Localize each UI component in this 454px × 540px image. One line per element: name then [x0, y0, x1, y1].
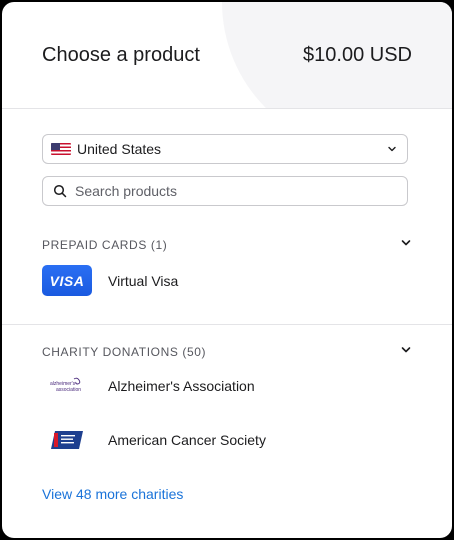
product-item-virtual-visa[interactable]: VISA Virtual Visa [42, 265, 178, 296]
header: Choose a product $10.00 USD [2, 2, 452, 109]
product-name: Virtual Visa [108, 272, 179, 289]
alzheimers-logo: alzheimer's association [42, 370, 92, 401]
country-select[interactable]: United States [42, 134, 408, 164]
page-title: Choose a product [42, 44, 200, 66]
charity-item-alzheimers[interactable]: alzheimer's association Alzheimer's Asso… [42, 370, 255, 401]
american-cancer-society-logo [42, 424, 92, 455]
search-box[interactable] [42, 176, 408, 206]
view-more-charities-link[interactable]: View 48 more charities [42, 486, 183, 502]
charity-donations-heading: CHARITY DONATIONS (50) [42, 345, 207, 359]
svg-text:association: association [56, 387, 81, 393]
search-icon [53, 184, 67, 198]
amount-label: $10.00 USD [303, 44, 412, 66]
charity-name: American Cancer Society [108, 431, 266, 448]
charity-item-american-cancer-society[interactable]: American Cancer Society [42, 424, 266, 455]
chevron-down-icon [388, 146, 396, 152]
prepaid-cards-heading: PREPAID CARDS (1) [42, 238, 168, 252]
charity-donations-chevron-icon[interactable] [400, 344, 412, 356]
us-flag-icon [51, 143, 71, 155]
search-input[interactable] [75, 183, 395, 199]
visa-logo: VISA [42, 265, 92, 296]
prepaid-cards-chevron-icon[interactable] [400, 237, 412, 249]
product-chooser-panel: Choose a product $10.00 USD United State… [2, 2, 452, 538]
charity-name: Alzheimer's Association [108, 377, 255, 394]
section-divider [2, 324, 452, 325]
country-select-value: United States [77, 141, 162, 157]
